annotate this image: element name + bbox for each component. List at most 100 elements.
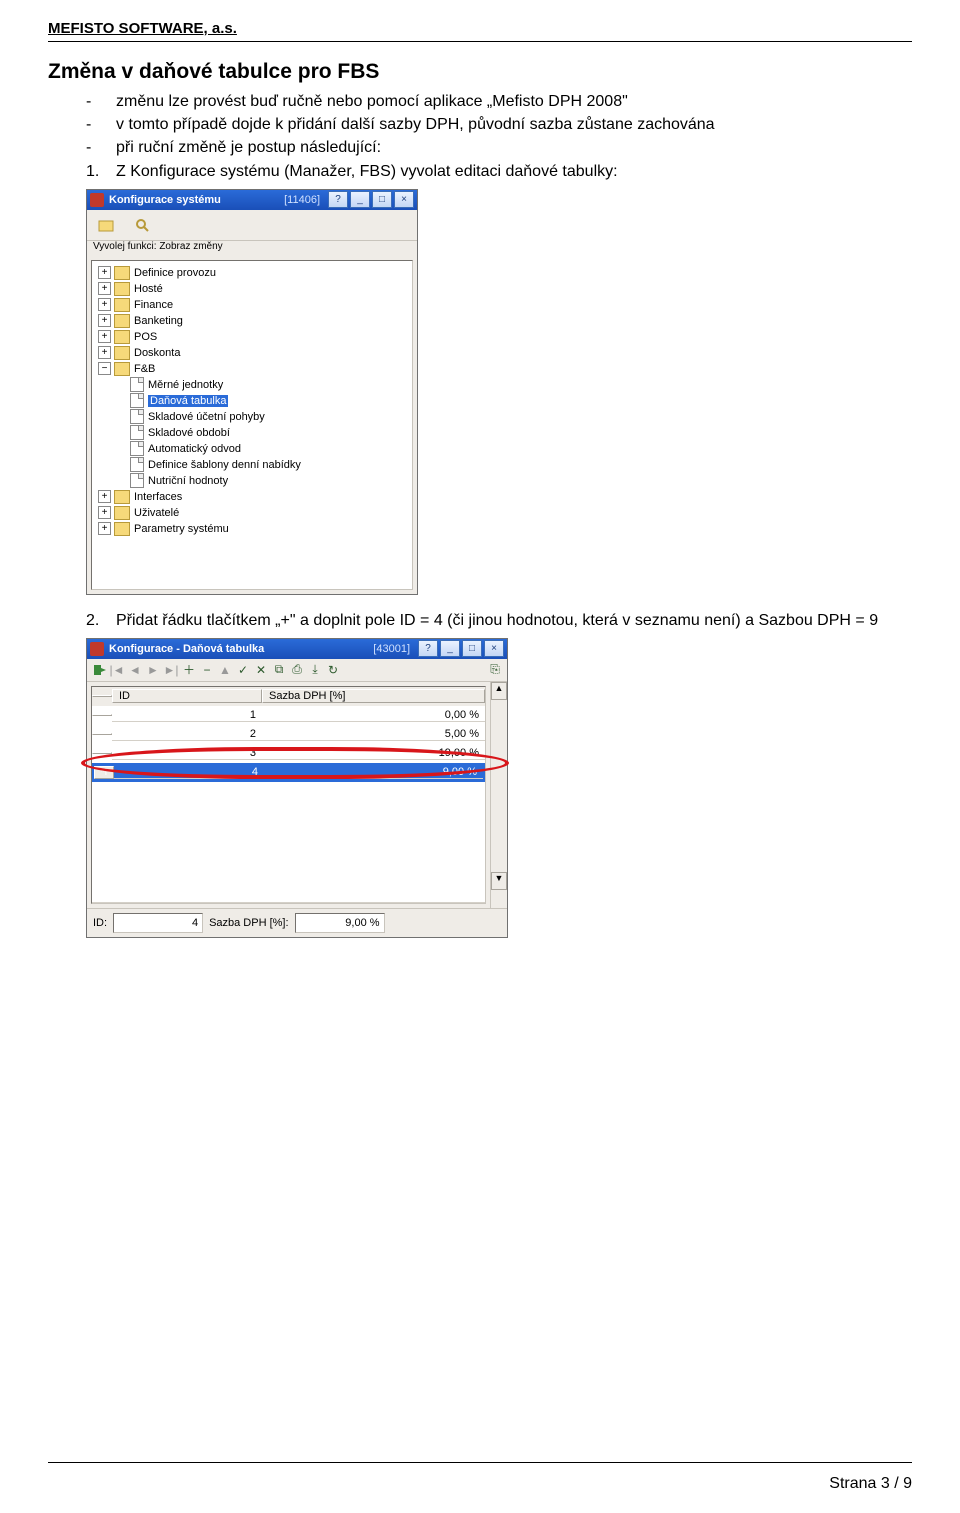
document-icon	[130, 377, 144, 392]
tree-view[interactable]: +Definice provozu +Hosté +Finance + Banke…	[91, 260, 413, 590]
page-number: Strana 3 / 9	[829, 1475, 912, 1493]
tree-node[interactable]: +Finance	[94, 297, 410, 313]
vertical-scrollbar[interactable]: ▲ ▼	[490, 682, 507, 908]
help-button[interactable]: ?	[418, 640, 438, 657]
tree-node[interactable]: +Parametry systému	[94, 521, 410, 537]
help-button[interactable]: ?	[328, 191, 348, 208]
cell-id[interactable]: 4	[114, 766, 264, 779]
tree-node[interactable]: + Uživatelé	[94, 505, 410, 521]
grid-row[interactable]: 3 19,00 %	[92, 744, 485, 763]
toolbar-button-changes[interactable]	[127, 213, 159, 237]
minimize-button[interactable]: _	[350, 191, 370, 208]
expand-icon[interactable]: +	[98, 490, 111, 503]
minimize-button[interactable]: _	[440, 640, 460, 657]
first-record-icon[interactable]: |◄	[109, 662, 125, 678]
grid-blank-area	[92, 782, 485, 903]
tree-node[interactable]: +Definice provozu	[94, 265, 410, 281]
folder-icon	[114, 314, 130, 328]
step-item: 2.Přidat řádku tlačítkem „+" a doplnit p…	[86, 609, 912, 632]
tree-leaf[interactable]: Skladové účetní pohyby	[94, 409, 410, 425]
cancel-record-icon[interactable]: ✕	[253, 662, 269, 678]
expand-icon[interactable]: +	[98, 346, 111, 359]
cell-id[interactable]: 2	[112, 728, 262, 741]
folder-icon	[114, 298, 130, 312]
tree-label: F&B	[134, 363, 155, 375]
titlebar[interactable]: Konfigurace - Daňová tabulka [43001] ? _…	[87, 639, 507, 659]
tree-node[interactable]: +POS	[94, 329, 410, 345]
toolbar-caption: Vyvolej funkci: Zobraz změny	[87, 241, 417, 256]
column-header-id[interactable]: ID	[112, 689, 262, 703]
window-config-system: Konfigurace systému [11406] ? _ □ × Vyvo…	[86, 189, 418, 595]
close-button[interactable]: ×	[394, 191, 414, 208]
expand-icon[interactable]: +	[98, 506, 111, 519]
window-title: Konfigurace systému	[109, 194, 284, 206]
expand-icon[interactable]: +	[98, 522, 111, 535]
next-record-icon[interactable]: ►	[145, 662, 161, 678]
copy-icon[interactable]: ⧉	[271, 662, 287, 678]
tree-leaf[interactable]: Definice šablony denní nabídky	[94, 457, 410, 473]
expand-icon[interactable]: +	[98, 282, 111, 295]
tree-leaf-selected[interactable]: Daňová tabulka	[94, 393, 410, 409]
preview-icon[interactable]: ⎘	[487, 662, 503, 678]
column-header-rate[interactable]: Sazba DPH [%]	[262, 689, 485, 703]
step-text: Přidat řádku tlačítkem „+" a doplnit pol…	[116, 612, 878, 629]
last-record-icon[interactable]: ►|	[163, 662, 179, 678]
expand-icon[interactable]: +	[98, 330, 111, 343]
maximize-button[interactable]: □	[372, 191, 392, 208]
tree-label: Uživatelé	[134, 507, 179, 519]
cell-rate[interactable]: 19,00 %	[262, 747, 485, 760]
bullet-item: změnu lze provést buď ručně nebo pomocí …	[86, 90, 912, 113]
edit-record-icon[interactable]: ▲	[217, 662, 233, 678]
export-icon[interactable]: ⤓	[307, 662, 323, 678]
tree-leaf[interactable]: Skladové období	[94, 425, 410, 441]
grid-row[interactable]: 1 0,00 %	[92, 706, 485, 725]
tree-label: Doskonta	[134, 347, 180, 359]
tree-node[interactable]: − F&B	[94, 361, 410, 377]
print-icon[interactable]: ⎙	[289, 662, 305, 678]
document-icon	[130, 457, 144, 472]
toolbar-button-invoke[interactable]	[91, 213, 123, 237]
cell-rate[interactable]: 9,00 %	[264, 766, 483, 779]
folder-icon	[114, 506, 130, 520]
expand-icon[interactable]: +	[98, 314, 111, 327]
document-icon	[130, 425, 144, 440]
cell-id[interactable]: 1	[112, 709, 262, 722]
delete-record-icon[interactable]: −	[199, 662, 215, 678]
prev-record-icon[interactable]: ◄	[127, 662, 143, 678]
titlebar[interactable]: Konfigurace systému [11406] ? _ □ ×	[87, 190, 417, 210]
document-icon	[130, 473, 144, 488]
tree-node[interactable]: +Hosté	[94, 281, 410, 297]
grid-row-selected[interactable]: *I 4 9,00 %	[92, 763, 485, 782]
scroll-up-icon[interactable]: ▲	[491, 682, 507, 700]
footer-rate-input[interactable]	[295, 913, 385, 933]
cell-rate[interactable]: 0,00 %	[262, 709, 485, 722]
collapse-icon[interactable]: −	[98, 362, 111, 375]
toolbar	[87, 210, 417, 241]
scroll-down-icon[interactable]: ▼	[491, 872, 507, 890]
document-icon	[130, 409, 144, 424]
tree-leaf[interactable]: Automatický odvod	[94, 441, 410, 457]
tree-node[interactable]: + Banketing	[94, 313, 410, 329]
footer-id-label: ID:	[93, 917, 107, 929]
tree-leaf[interactable]: Měrné jednotky	[94, 377, 410, 393]
refresh-icon[interactable]: ↻	[325, 662, 341, 678]
exit-icon[interactable]	[91, 662, 107, 678]
folder-icon	[114, 282, 130, 296]
tree-label: Skladové období	[148, 427, 230, 439]
data-grid[interactable]: ID Sazba DPH [%] 1 0,00 % 2 5,00 %	[91, 686, 486, 904]
expand-icon[interactable]: +	[98, 298, 111, 311]
cell-rate[interactable]: 5,00 %	[262, 728, 485, 741]
tree-leaf[interactable]: Nutriční hodnoty	[94, 473, 410, 489]
tree-node[interactable]: +Interfaces	[94, 489, 410, 505]
expand-icon[interactable]: +	[98, 266, 111, 279]
post-record-icon[interactable]: ✓	[235, 662, 251, 678]
tree-node[interactable]: + Doskonta	[94, 345, 410, 361]
close-button[interactable]: ×	[484, 640, 504, 657]
cell-id[interactable]: 3	[112, 747, 262, 760]
grid-row[interactable]: 2 5,00 %	[92, 725, 485, 744]
tree-label: Banketing	[134, 315, 183, 327]
footer-id-input[interactable]	[113, 913, 203, 933]
bullet-item: při ruční změně je postup následující:	[86, 136, 912, 159]
maximize-button[interactable]: □	[462, 640, 482, 657]
add-record-icon[interactable]: ＋	[181, 662, 197, 678]
